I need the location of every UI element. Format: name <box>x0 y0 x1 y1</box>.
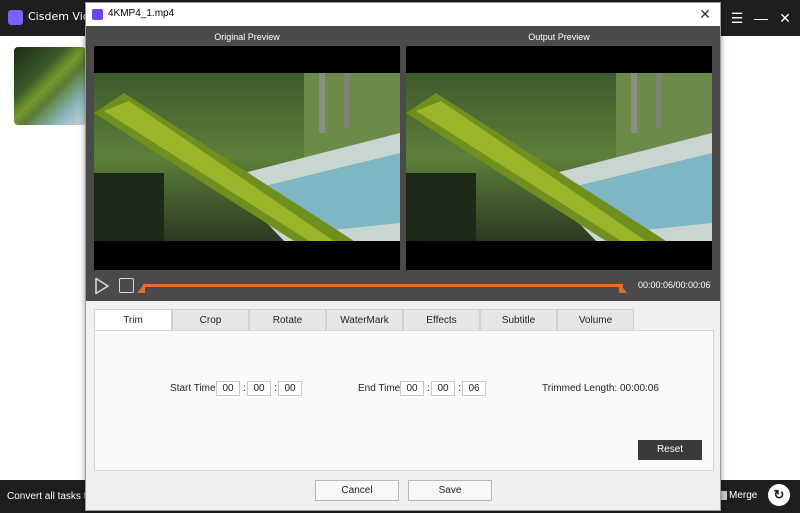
edit-dialog: 4KMP4_1.mp4 ✕ Original Preview Output Pr… <box>85 2 721 511</box>
merge-label: Merge <box>729 490 758 501</box>
menu-icon[interactable]: ☰ <box>728 9 746 27</box>
stop-icon[interactable] <box>119 278 134 293</box>
start-minutes-input[interactable]: 00 <box>247 381 271 396</box>
save-button[interactable]: Save <box>408 480 492 501</box>
start-time-label: Start Time: <box>170 383 219 394</box>
end-time-label: End Time: <box>358 383 404 394</box>
end-seconds-input[interactable]: 06 <box>462 381 486 396</box>
forest-scene-image <box>406 73 712 241</box>
tab-subtitle[interactable]: Subtitle <box>480 309 557 331</box>
start-hours-input[interactable]: 00 <box>216 381 240 396</box>
convert-icon[interactable]: ↻ <box>768 484 790 506</box>
dialog-app-icon <box>92 9 103 20</box>
trim-timeline[interactable] <box>143 284 623 287</box>
tab-crop[interactable]: Crop <box>172 309 249 331</box>
tab-watermark[interactable]: WaterMark <box>326 309 403 331</box>
dialog-close-icon[interactable]: ✕ <box>696 5 714 23</box>
output-preview-video <box>406 46 712 270</box>
tab-trim[interactable]: Trim <box>94 309 172 332</box>
tab-effects[interactable]: Effects <box>403 309 480 331</box>
playback-controls: 00:00:06/00:00:06 <box>86 271 720 301</box>
tab-volume[interactable]: Volume <box>557 309 634 331</box>
app-logo-icon <box>8 10 23 25</box>
minimize-icon[interactable]: — <box>752 9 770 27</box>
end-minutes-input[interactable]: 00 <box>431 381 455 396</box>
original-preview-video <box>94 46 400 270</box>
trim-panel <box>94 330 714 471</box>
original-preview-label: Original Preview <box>214 32 280 42</box>
preview-area: Original Preview Output Preview 00:00:06… <box>86 26 720 301</box>
tab-rotate[interactable]: Rotate <box>249 309 326 331</box>
close-app-icon[interactable]: ✕ <box>776 9 794 27</box>
dialog-title: 4KMP4_1.mp4 <box>108 8 175 19</box>
start-seconds-input[interactable]: 00 <box>278 381 302 396</box>
time-readout: 00:00:06/00:00:06 <box>638 280 711 290</box>
trim-start-handle[interactable] <box>137 283 149 293</box>
reset-button[interactable]: Reset <box>638 440 702 460</box>
trim-end-handle[interactable] <box>615 283 627 293</box>
dialog-titlebar: 4KMP4_1.mp4 ✕ <box>86 3 720 26</box>
cancel-button[interactable]: Cancel <box>315 480 399 501</box>
video-thumbnail[interactable] <box>14 47 86 125</box>
edit-tabs: Trim Crop Rotate WaterMark Effects Subti… <box>94 309 714 332</box>
convert-all-label: Convert all tasks to <box>7 491 93 502</box>
play-icon[interactable] <box>94 277 110 295</box>
end-hours-input[interactable]: 00 <box>400 381 424 396</box>
trimmed-length-label: Trimmed Length: 00:00:06 <box>542 383 659 394</box>
forest-scene-image <box>94 73 400 241</box>
output-preview-label: Output Preview <box>528 32 590 42</box>
